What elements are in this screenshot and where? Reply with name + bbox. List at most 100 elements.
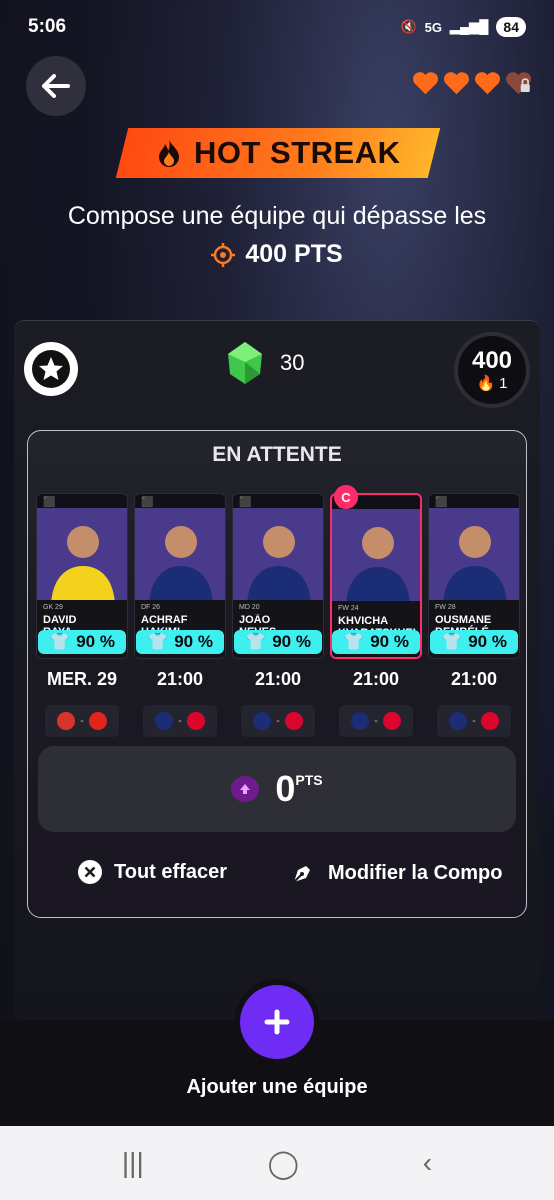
points-value: 0PTS	[275, 768, 322, 810]
rarity-icon: ⬛	[435, 497, 448, 508]
points-box: 0PTS	[38, 746, 516, 832]
away-crest-icon	[480, 712, 499, 730]
gem-icon	[228, 342, 262, 384]
goal-subtitle: Compose une équipe qui dépasse les	[67, 202, 487, 230]
star-icon	[32, 350, 70, 388]
player-photo	[332, 509, 420, 609]
home-crest-icon	[449, 712, 468, 730]
rarity-icon: ⬛	[141, 497, 154, 508]
score-value: 400	[471, 347, 513, 374]
shirt-icon: 👕	[343, 632, 365, 651]
player-meta: DF 26	[141, 604, 161, 611]
captain-badge: C	[334, 485, 358, 509]
shirt-icon: 👕	[441, 632, 463, 651]
match-time: 21:00	[156, 669, 204, 689]
heart-icon	[444, 72, 469, 95]
heart-locked-icon	[506, 72, 531, 95]
match-time: 21:00	[352, 669, 400, 689]
lineup-card: EN ATTENTE ⬛ GK 29 DAVIDRAYA👕90 %MER. 29…	[27, 430, 527, 918]
player-meta: MD 20	[239, 604, 260, 611]
ownership-value: 90 %	[370, 632, 409, 651]
recent-apps-icon[interactable]: |||	[122, 1147, 144, 1179]
player-photo	[233, 508, 323, 608]
mute-icon: 🔇	[400, 19, 417, 34]
home-crest-icon	[253, 712, 272, 730]
points-unit: PTS	[295, 772, 323, 788]
ownership-badge: 👕 90 %	[430, 630, 518, 654]
player-photo	[429, 508, 519, 608]
clear-all-label: Tout effacer	[114, 860, 227, 883]
plus-icon	[264, 1009, 290, 1035]
signal-icon: ▂▄▆█	[450, 19, 489, 34]
shirt-icon: 👕	[49, 632, 71, 651]
back-nav-icon[interactable]: ‹	[423, 1147, 432, 1179]
match-fixture: -	[241, 705, 315, 737]
streak-value: 1	[499, 374, 508, 392]
home-crest-icon	[57, 712, 76, 730]
edit-lineup-label: Modifier la Compo	[328, 861, 503, 884]
ownership-value: 90 %	[272, 632, 311, 651]
banner-title: HOT STREAK	[193, 135, 401, 170]
system-nav-bar: ||| ◯ ‹	[0, 1126, 554, 1200]
player-meta: FW 24	[338, 605, 359, 612]
arrow-left-icon	[42, 74, 70, 98]
away-crest-icon	[186, 712, 205, 730]
player-first-name: KHVICHA	[338, 615, 389, 627]
match-fixture: -	[437, 705, 511, 737]
status-bar: 5:06 🔇 5G ▂▄▆█ 84	[0, 0, 554, 54]
status-time: 5:06	[28, 16, 67, 37]
away-crest-icon	[88, 712, 107, 730]
match-time: MER. 29	[46, 669, 118, 689]
score-indicator: 400 🔥 1	[454, 332, 530, 408]
ownership-value: 90 %	[174, 632, 213, 651]
goal-target-value: 400 PTS	[245, 240, 343, 268]
match-time: 21:00	[450, 669, 498, 689]
lineup-status: EN ATTENTE	[212, 443, 342, 466]
clear-all-button[interactable]: Tout effacer	[78, 860, 227, 884]
home-crest-icon	[351, 712, 370, 730]
target-icon	[211, 242, 236, 267]
match-fixture: -	[143, 705, 217, 737]
small-flame-icon: 🔥	[476, 375, 496, 392]
back-button[interactable]	[26, 56, 86, 116]
lives-hearts	[412, 70, 532, 96]
shirt-icon: 👕	[147, 632, 169, 651]
add-team-button[interactable]	[240, 985, 314, 1059]
points-number: 0	[275, 768, 296, 809]
ownership-badge: 👕 90 %	[234, 630, 322, 654]
goal-target: 400 PTS	[0, 240, 554, 269]
player-photo	[37, 508, 127, 608]
network-type: 5G	[424, 19, 442, 35]
ownership-badge: 👕 90 %	[38, 630, 126, 654]
player-first-name: ACHRAF	[141, 614, 188, 626]
player-meta: FW 28	[435, 604, 456, 611]
match-fixture: -	[45, 705, 119, 737]
home-icon[interactable]: ◯	[268, 1147, 299, 1180]
player-first-name: DAVID	[43, 614, 77, 626]
player-first-name: OUSMANE	[435, 614, 492, 626]
edit-lineup-button[interactable]: Modifier la Compo	[290, 860, 502, 886]
battery-indicator: 84	[496, 17, 526, 37]
shirt-icon: 👕	[245, 632, 267, 651]
arrow-up-icon	[231, 776, 260, 802]
player-meta: GK 29	[43, 604, 63, 611]
match-fixture: -	[339, 705, 413, 737]
gems-counter: 30	[222, 340, 304, 386]
hot-streak-banner: HOT STREAK	[115, 128, 441, 178]
star-badge-button[interactable]	[24, 342, 78, 396]
home-crest-icon	[155, 712, 174, 730]
heart-icon	[475, 72, 500, 95]
pen-icon	[293, 866, 310, 883]
rarity-icon: ⬛	[239, 497, 252, 508]
player-list: ⬛ GK 29 DAVIDRAYA👕90 %MER. 29- ⬛ DF 26 A…	[36, 485, 522, 737]
gems-value: 30	[280, 350, 305, 375]
rarity-icon: ⬛	[43, 497, 56, 508]
lineup-actions: Tout effacer Modifier la Compo	[0, 860, 554, 892]
ownership-value: 90 %	[76, 632, 115, 651]
away-crest-icon	[284, 712, 303, 730]
ownership-value: 90 %	[468, 632, 507, 651]
close-circle-icon	[78, 860, 102, 884]
player-first-name: JOÃO	[239, 614, 271, 626]
heart-icon	[413, 72, 438, 95]
ownership-badge: 👕 90 %	[136, 630, 224, 654]
